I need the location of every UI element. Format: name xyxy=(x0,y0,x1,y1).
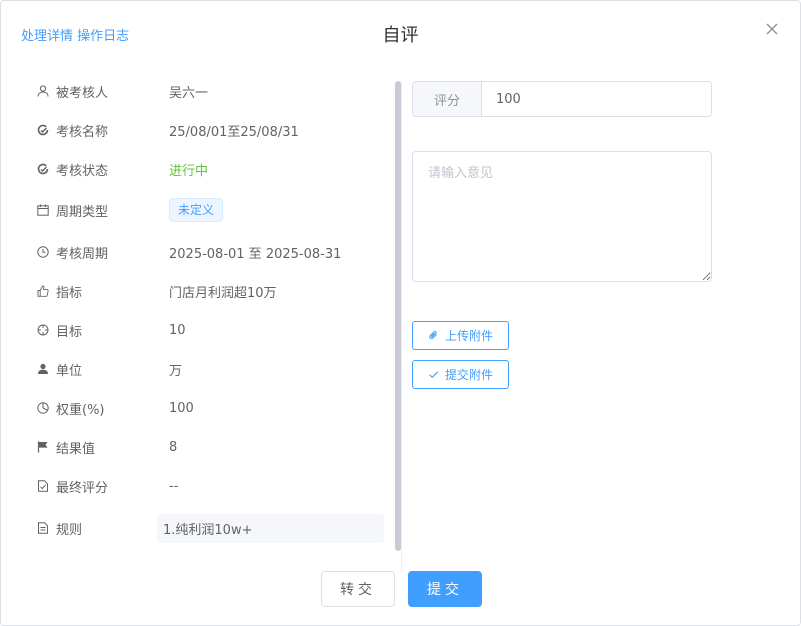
info-label: 考核名称 xyxy=(56,124,109,140)
info-row-target: 目标 10 xyxy=(37,318,387,342)
info-label: 被考核人 xyxy=(56,85,109,101)
info-row-cycle-type: 周期类型 未定义 xyxy=(37,198,387,222)
info-label: 结果值 xyxy=(56,441,96,457)
close-icon xyxy=(766,23,778,35)
info-label: 最终评分 xyxy=(56,480,109,496)
submit-attachment-label: 提交附件 xyxy=(444,368,493,382)
upload-attachment-button[interactable]: 上传附件 xyxy=(412,321,509,350)
info-value: -- xyxy=(169,478,179,494)
status-icon xyxy=(37,163,49,175)
score-field: 评分 xyxy=(412,81,712,117)
upload-attachment-label: 上传附件 xyxy=(444,329,493,343)
info-row-assessment-name: 考核名称 25/08/01至25/08/31 xyxy=(37,118,387,142)
final-score-icon xyxy=(37,480,49,492)
info-row-period: 考核周期 2025-08-01 至 2025-08-31 xyxy=(37,240,387,264)
opinion-textarea[interactable] xyxy=(412,151,712,282)
info-row-status: 考核状态 进行中 xyxy=(37,157,387,181)
info-value: 25/08/01至25/08/31 xyxy=(169,124,299,140)
info-label: 规则 xyxy=(56,522,83,538)
info-row-weight: 权重(%) 100 xyxy=(37,396,387,420)
info-row-indicator: 指标 门店月利润超10万 xyxy=(37,279,387,303)
self-review-dialog: 处理详情 操作日志 自评 被考核人 吴六一 考核名称 25/08/01至25/0… xyxy=(0,0,801,626)
user-icon xyxy=(37,85,49,97)
document-icon xyxy=(37,522,49,534)
info-value: 8 xyxy=(169,439,178,455)
score-input[interactable] xyxy=(482,82,711,116)
submit-button[interactable]: 提交 xyxy=(408,571,482,607)
info-value: 门店月利润超10万 xyxy=(169,285,277,301)
info-value: 100 xyxy=(169,400,194,416)
calendar-icon xyxy=(37,204,49,216)
info-label: 单位 xyxy=(56,363,83,379)
info-row-result: 结果值 8 xyxy=(37,435,387,459)
paperclip-icon xyxy=(428,330,439,341)
info-value: 万 xyxy=(169,363,183,379)
divider xyxy=(401,81,402,571)
submit-attachment-button[interactable]: 提交附件 xyxy=(412,360,509,389)
clock-icon xyxy=(37,246,49,258)
info-row-rule: 规则 1.纯利润10w+ xyxy=(37,512,387,544)
info-value: 2025-08-01 至 2025-08-31 xyxy=(169,246,342,262)
info-row-assessee: 被考核人 吴六一 xyxy=(37,79,387,103)
info-label: 目标 xyxy=(56,324,83,340)
rule-box: 1.纯利润10w+ xyxy=(157,513,384,543)
check-icon xyxy=(428,369,439,380)
info-label: 考核状态 xyxy=(56,163,109,179)
info-label: 周期类型 xyxy=(56,204,109,220)
thumb-icon xyxy=(37,285,49,297)
info-label: 考核周期 xyxy=(56,246,109,262)
close-button[interactable] xyxy=(762,19,782,39)
rule-value: 1.纯利润10w+ xyxy=(163,522,253,538)
status-value: 进行中 xyxy=(169,163,209,179)
submit-label: 提交 xyxy=(427,582,463,598)
unit-icon xyxy=(37,363,49,375)
assessment-icon xyxy=(37,124,49,136)
target-icon xyxy=(37,324,49,336)
transfer-button[interactable]: 转交 xyxy=(321,571,395,607)
score-label: 评分 xyxy=(413,82,482,116)
info-row-final-score: 最终评分 -- xyxy=(37,474,387,498)
info-value: 吴六一 xyxy=(169,85,209,101)
info-label: 权重(%) xyxy=(56,402,105,418)
cycle-type-tag: 未定义 xyxy=(169,198,224,222)
pie-icon xyxy=(37,402,49,414)
info-row-unit: 单位 万 xyxy=(37,357,387,381)
info-value: 10 xyxy=(169,322,186,338)
flag-icon xyxy=(37,441,49,453)
transfer-label: 转交 xyxy=(340,582,376,598)
dialog-title: 自评 xyxy=(382,25,419,46)
info-label: 指标 xyxy=(56,285,83,301)
